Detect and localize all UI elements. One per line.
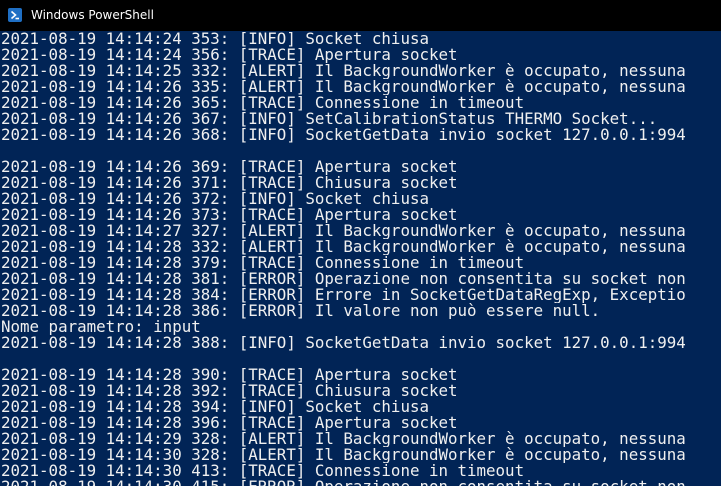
console-line: 2021-08-19 14:14:26 372: [INFO] Socket c… (1, 191, 429, 207)
console-line: 2021-08-19 14:14:26 367: [INFO] SetCalib… (1, 111, 658, 127)
console-line: 2021-08-19 14:14:28 388: [INFO] SocketGe… (1, 335, 686, 351)
console-line: 2021-08-19 14:14:30 415: [ERROR] Operazi… (0, 479, 721, 486)
console-line: 2021-08-19 14:14:26 371: [TRACE] Chiusur… (1, 175, 458, 191)
console-line: 2021-08-19 14:14:28 394: [INFO] Socket c… (1, 399, 429, 415)
console-line: 2021-08-19 14:14:27 327: [ALERT] Il Back… (1, 223, 686, 239)
title-bar[interactable]: Windows PowerShell (0, 0, 721, 31)
console-line: 2021-08-19 14:14:28 392: [TRACE] Chiusur… (1, 383, 458, 399)
console-line: 2021-08-19 14:14:28 379: [TRACE] Conness… (1, 255, 525, 271)
console-output[interactable]: 2021-08-19 14:14:24 353: [INFO] Socket c… (0, 31, 721, 486)
console-line: 2021-08-19 14:14:26 373: [TRACE] Apertur… (1, 207, 458, 223)
console-line: 2021-08-19 14:14:30 328: [ALERT] Il Back… (1, 447, 686, 463)
console-line: 2021-08-19 14:14:28 390: [TRACE] Apertur… (1, 367, 458, 383)
console-line: Nome parametro: input (1, 319, 201, 335)
console-line: 2021-08-19 14:14:28 332: [ALERT] Il Back… (1, 239, 686, 255)
console-line: 2021-08-19 14:14:30 413: [TRACE] Conness… (1, 463, 525, 479)
console-line: 2021-08-19 14:14:26 369: [TRACE] Apertur… (1, 159, 458, 175)
console-line: 2021-08-19 14:14:28 381: [ERROR] Operazi… (1, 271, 686, 287)
powershell-icon-glyph (10, 10, 19, 20)
console-line: 2021-08-19 14:14:26 365: [TRACE] Conness… (1, 95, 525, 111)
window-title: Windows PowerShell (31, 8, 154, 22)
console-line: 2021-08-19 14:14:26 335: [ALERT] Il Back… (1, 79, 686, 95)
console-line: 2021-08-19 14:14:26 368: [INFO] SocketGe… (1, 127, 686, 143)
powershell-icon[interactable] (8, 8, 22, 22)
console-line: 2021-08-19 14:14:28 396: [TRACE] Apertur… (1, 415, 458, 431)
console-line: 2021-08-19 14:14:28 384: [ERROR] Errore … (1, 287, 686, 303)
console-line: 2021-08-19 14:14:28 386: [ERROR] Il valo… (1, 303, 601, 319)
console-line: 2021-08-19 14:14:24 356: [TRACE] Apertur… (1, 47, 458, 63)
console-line: 2021-08-19 14:14:24 353: [INFO] Socket c… (1, 31, 429, 47)
console-line: 2021-08-19 14:14:25 332: [ALERT] Il Back… (1, 63, 686, 79)
console-line: 2021-08-19 14:14:29 328: [ALERT] Il Back… (1, 431, 686, 447)
powershell-window: Windows PowerShell 2021-08-19 14:14:24 3… (0, 0, 721, 486)
